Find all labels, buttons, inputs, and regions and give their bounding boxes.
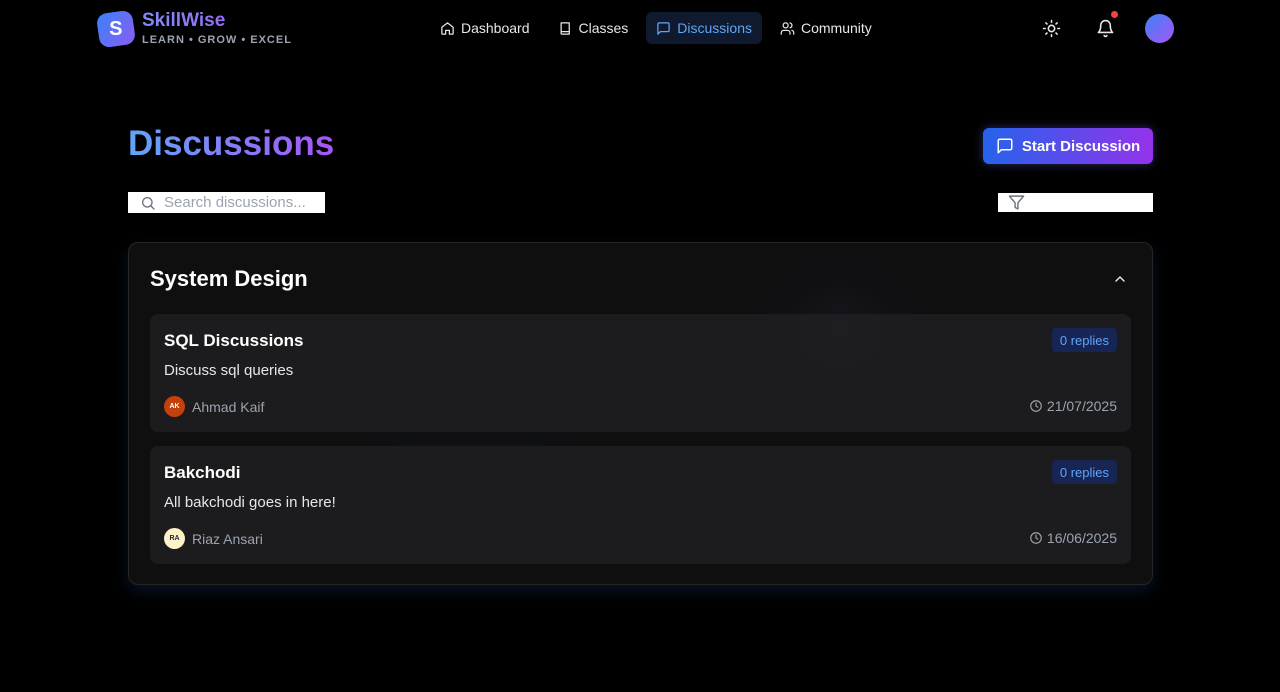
filter-select[interactable]	[998, 193, 1153, 212]
discussion-group: System Design SQL Discussions Discuss sq…	[128, 242, 1153, 585]
author-name: Ahmad Kaif	[192, 398, 265, 415]
brand-text: SkillWise LEARN • GROW • EXCEL	[142, 11, 292, 47]
date-text: 21/07/2025	[1046, 398, 1117, 414]
theme-toggle-button[interactable]	[1037, 15, 1065, 43]
users-icon	[780, 21, 795, 35]
discussion-date: 16/06/2025	[1029, 530, 1117, 546]
discussion-card[interactable]: SQL Discussions Discuss sql queries 0 re…	[150, 314, 1131, 432]
nav-label: Discussions	[677, 20, 752, 36]
filter-icon	[1008, 195, 1025, 210]
main-nav: Dashboard Classes Discussions Community	[430, 12, 882, 44]
discussion-description: Discuss sql queries	[164, 362, 294, 379]
nav-label: Classes	[578, 20, 629, 36]
message-square-icon	[657, 21, 671, 35]
nav-label: Dashboard	[461, 20, 530, 36]
book-icon	[560, 21, 570, 35]
nav-item-classes[interactable]: Classes	[548, 12, 639, 44]
notification-dot	[1111, 10, 1118, 18]
logo: S	[95, 9, 137, 48]
header-actions	[1037, 10, 1174, 43]
search-input[interactable]	[164, 194, 314, 211]
discussion-author: AK Ahmad Kaif	[164, 396, 264, 417]
chevron-up-icon	[1115, 276, 1125, 282]
author-avatar: RA	[164, 528, 185, 549]
author-avatar: AK	[164, 396, 185, 417]
discussion-author: RA Riaz Ansari	[164, 528, 263, 549]
collapse-toggle[interactable]	[1110, 269, 1130, 289]
discussion-title: SQL Discussions	[164, 331, 304, 350]
replies-badge: 0 replies	[1051, 328, 1117, 352]
date-text: 16/06/2025	[1046, 530, 1117, 546]
message-square-icon	[997, 138, 1013, 154]
nav-item-dashboard[interactable]: Dashboard	[430, 12, 540, 44]
discussion-card[interactable]: Bakchodi All bakchodi goes in here! 0 re…	[150, 446, 1131, 564]
logo-letter: S	[109, 17, 123, 39]
bell-icon	[1097, 19, 1113, 38]
discussion-date: 21/07/2025	[1029, 398, 1117, 414]
brand-name: SkillWise	[142, 11, 292, 31]
group-title: System Design	[150, 266, 308, 291]
brand-tagline: LEARN • GROW • EXCEL	[142, 34, 292, 46]
search-icon	[142, 196, 155, 210]
discussion-description: All bakchodi goes in here!	[164, 494, 336, 511]
brand[interactable]: S SkillWise LEARN • GROW • EXCEL	[95, 9, 292, 48]
sun-icon	[1042, 19, 1060, 38]
top-navbar: S SkillWise LEARN • GROW • EXCEL Dashboa…	[0, 0, 1280, 56]
notifications-button[interactable]	[1091, 10, 1119, 43]
replies-badge: 0 replies	[1051, 460, 1117, 484]
start-discussion-button[interactable]: Start Discussion	[983, 128, 1153, 164]
author-name: Riaz Ansari	[192, 530, 263, 547]
clock-icon	[1030, 532, 1042, 544]
discussion-title: Bakchodi	[164, 463, 241, 482]
user-avatar[interactable]	[1145, 14, 1174, 43]
nav-label: Community	[801, 20, 872, 36]
search-box	[128, 192, 325, 213]
nav-item-discussions[interactable]: Discussions	[646, 12, 762, 44]
home-icon	[441, 21, 454, 35]
nav-item-community[interactable]: Community	[770, 12, 882, 44]
clock-icon	[1030, 400, 1042, 412]
start-discussion-label: Start Discussion	[1021, 137, 1141, 155]
page-title: Discussions	[128, 124, 335, 163]
